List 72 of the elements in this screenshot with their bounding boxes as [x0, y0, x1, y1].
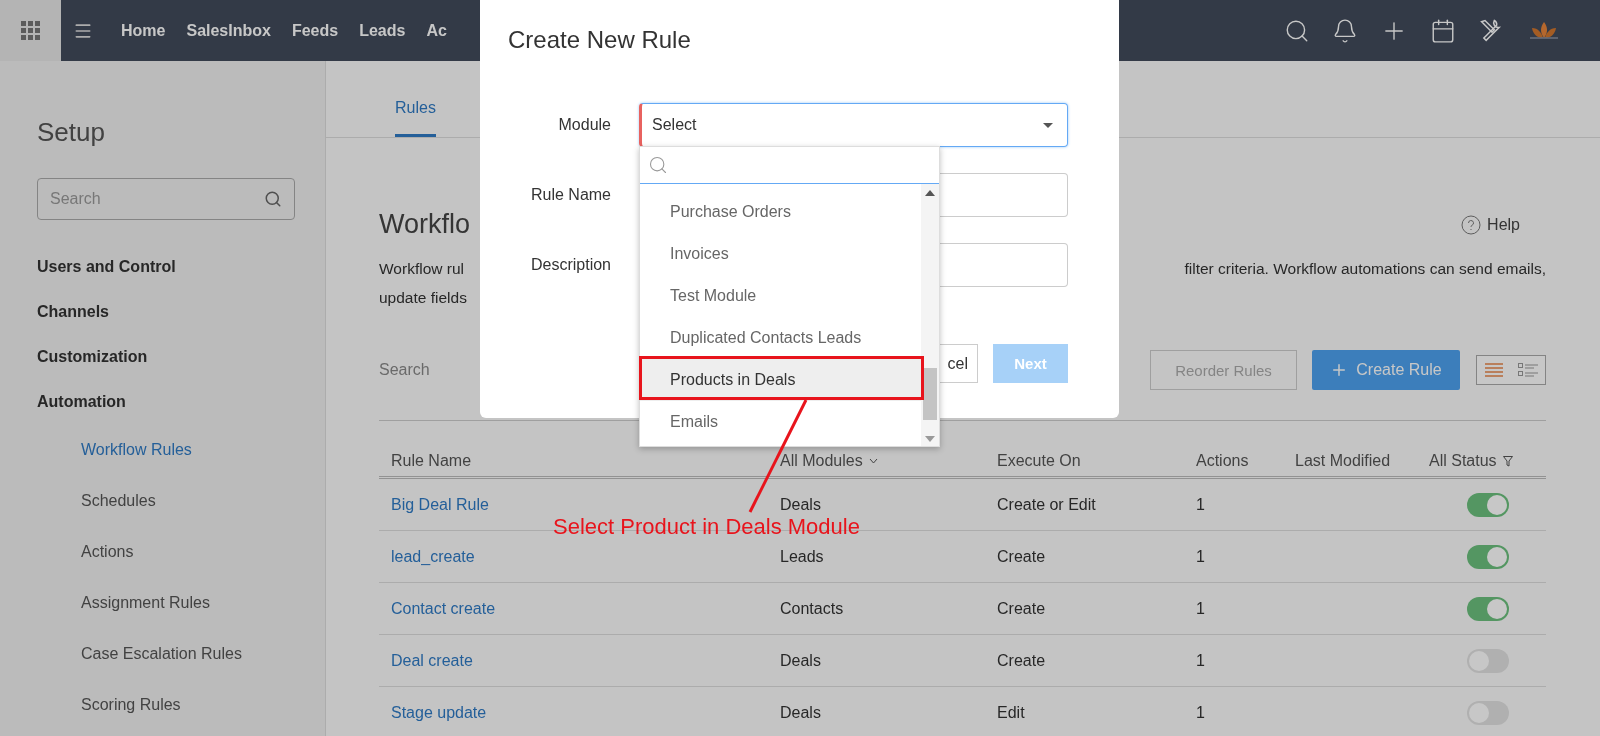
search-field[interactable]: Search — [379, 361, 479, 379]
sidebar-item[interactable]: Case Escalation Rules — [81, 628, 325, 679]
rule-link[interactable]: Big Deal Rule — [379, 495, 768, 514]
status-toggle[interactable] — [1467, 492, 1509, 517]
scroll-up-icon[interactable] — [925, 190, 935, 196]
field-label: Rule Name — [529, 186, 611, 204]
table-cell-text: Contacts — [779, 599, 845, 618]
dropdown-option[interactable]: Products in Deals — [640, 359, 921, 401]
help-icon[interactable] — [1461, 214, 1482, 235]
table-cell-text: 1 — [1195, 651, 1206, 670]
table-cell-text: Create — [996, 547, 1047, 566]
list-icon — [1485, 363, 1503, 377]
description-text: Workflow rul — [379, 260, 464, 277]
scrollbar-thumb[interactable] — [923, 368, 937, 420]
sidebar-item[interactable]: Workflow Rules — [81, 424, 325, 475]
sidebar-section[interactable]: Users and Control — [37, 244, 325, 289]
table-cell-text: Leads — [779, 547, 825, 566]
nav-link[interactable]: Leads — [359, 21, 406, 40]
description-text: update fields — [379, 289, 467, 306]
column-header: Rule Name — [391, 452, 472, 470]
search-icon[interactable] — [264, 190, 282, 208]
table-cell-text: 1 — [1195, 547, 1206, 566]
description-text: filter criteria. Workflow automations can send emails, — [1184, 260, 1546, 277]
grid-list-icon — [1518, 363, 1538, 377]
column-header: Last Modified — [1295, 452, 1391, 470]
sidebar-section[interactable]: Customization — [37, 334, 325, 379]
column-header[interactable]: All Status — [1429, 452, 1497, 470]
annotation-text: Select Product in Deals Module — [553, 516, 860, 538]
sidebar-section[interactable]: Channels — [37, 289, 325, 334]
sidebar-item[interactable]: Scoring Rules — [81, 679, 325, 730]
rule-link[interactable]: Deal create — [379, 651, 768, 670]
nav-link[interactable]: SalesInbox — [186, 21, 271, 40]
table-cell-text: Create — [996, 599, 1047, 618]
scroll-down-icon[interactable] — [925, 436, 935, 442]
calendar-icon[interactable] — [1430, 17, 1456, 44]
sidebar-item[interactable]: Actions — [81, 526, 325, 577]
column-header: Execute On — [997, 452, 1081, 470]
sidebar-item[interactable]: Schedules — [81, 475, 325, 526]
rule-link[interactable]: lead_create — [379, 547, 768, 566]
bell-icon[interactable] — [1332, 17, 1358, 44]
status-toggle[interactable] — [1467, 544, 1509, 569]
filter-icon[interactable] — [1502, 455, 1513, 467]
table-cell-text: Deals — [779, 651, 822, 670]
table-cell-text: 1 — [1195, 599, 1206, 618]
search-icon — [648, 155, 668, 175]
sidebar-section[interactable]: Automation — [37, 379, 325, 424]
table-cell-text: Deals — [779, 703, 822, 722]
page-title: Workflo — [379, 209, 471, 240]
field-label: Module — [557, 116, 611, 134]
column-header[interactable]: All Modules — [780, 452, 863, 470]
nav-link[interactable]: Feeds — [291, 21, 339, 40]
sidebar-item[interactable]: Assignment Rules — [81, 577, 325, 628]
table-cell-text: Create — [996, 651, 1047, 670]
column-header: Actions — [1196, 452, 1249, 470]
dialog-title: Create New Rule — [508, 26, 692, 54]
rule-link[interactable]: Stage update — [379, 703, 768, 722]
scrollbar[interactable] — [921, 184, 939, 446]
status-toggle[interactable] — [1467, 596, 1509, 621]
sidebar-title: Setup — [37, 117, 106, 148]
nav-link[interactable]: Home — [121, 21, 166, 40]
chevron-down-icon[interactable] — [868, 458, 878, 464]
table-cell-text: Edit — [996, 703, 1026, 722]
nav-link[interactable]: Ac — [426, 21, 447, 40]
tab[interactable]: Rules — [395, 99, 436, 137]
table-cell-text: 1 — [1195, 703, 1206, 722]
help-link[interactable]: Help — [1461, 214, 1520, 235]
table-cell-text: Create or Edit — [996, 495, 1097, 514]
table-cell-text: 1 — [1195, 495, 1206, 514]
table-cell-text: Deals — [779, 495, 822, 514]
field-label: Description — [529, 256, 611, 274]
rule-link[interactable]: Contact create — [379, 599, 768, 618]
app-grid-icon[interactable] — [0, 0, 61, 61]
